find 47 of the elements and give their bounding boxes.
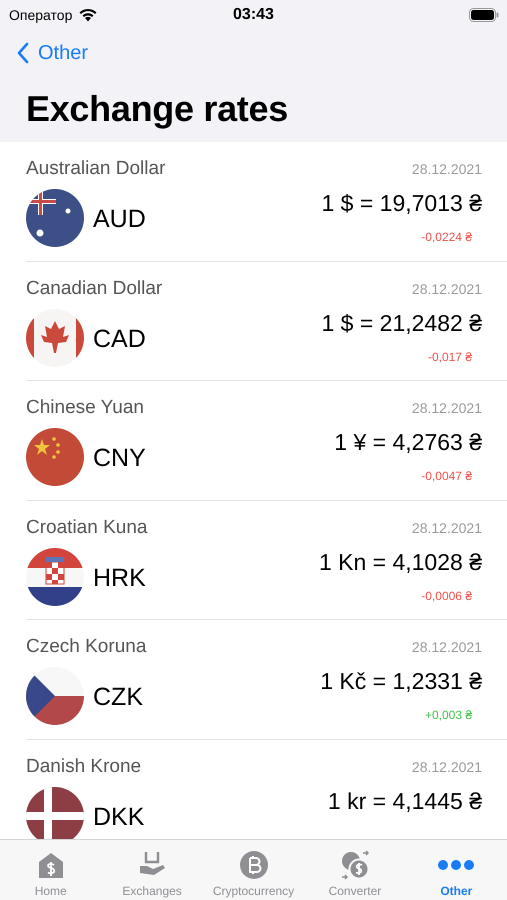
exchange-rate: 1 $ = 19,7013 ₴: [321, 190, 482, 217]
currency-name: Chinese Yuan: [26, 397, 144, 419]
currency-code: CNY: [93, 444, 146, 473]
bitcoin-icon: [238, 850, 269, 880]
status-time: 03:43: [232, 6, 275, 24]
battery-icon: [469, 8, 499, 22]
back-button[interactable]: Other: [0, 40, 88, 66]
wifi-icon: [78, 8, 98, 22]
rate-change: -0,0047 ₴: [421, 469, 472, 483]
rate-change: -0,017 ₴: [428, 350, 472, 364]
rate-date: 28.12.2021: [412, 161, 482, 177]
currency-code: CZK: [93, 683, 143, 712]
currency-name: Danish Krone: [26, 756, 142, 778]
exchange-rate: 1 Kč = 1,2331 ₴: [320, 668, 482, 695]
rate-row[interactable]: Australian Dollar 28.12.2021 AUD 1 $ = 19,7013 ₴ -0,0224 ₴: [26, 142, 507, 262]
rate-date: 28.12.2021: [412, 758, 482, 774]
coins-exchange-icon: [340, 850, 370, 880]
currency-code: DKK: [93, 802, 144, 832]
currency-code: CAD: [93, 324, 146, 354]
rate-row[interactable]: Canadian Dollar 28.12.2021 CAD 1 $ = 21,2482 ₴ -0,017 ₴: [26, 262, 507, 381]
page-title: Exchange rates: [26, 88, 289, 130]
back-chevron-icon: [17, 42, 29, 64]
currency-name: Australian Dollar: [26, 158, 166, 180]
rate-change: +0,003 ₴: [424, 708, 472, 722]
rate-date: 28.12.2021: [412, 520, 482, 536]
exchange-rate: 1 kr = 4,1445 ₴: [328, 788, 482, 814]
rate-date: 28.12.2021: [412, 280, 482, 296]
currency-name: Canadian Dollar: [26, 278, 162, 300]
exchange-rate: 1 ¥ = 4,2763 ₴: [334, 429, 482, 456]
rate-row[interactable]: Croatian Kuna 28.12.2021 HRK 1 Kn = 4,1028 ₴ -0,0006 ₴: [26, 500, 507, 620]
carrier-name: Оператор: [9, 7, 72, 23]
rate-change: -0,0006 ₴: [421, 588, 472, 602]
currency-name: Czech Koruna: [26, 636, 146, 658]
flag-icon: [26, 667, 84, 725]
rate-date: 28.12.2021: [412, 639, 482, 655]
more-dots-icon: [437, 859, 476, 871]
rate-row[interactable]: Chinese Yuan 28.12.2021 CNY 1 ¥ = 4,2763 ₴ -0,0047 ₴: [26, 381, 507, 500]
currency-name: Croatian Kuna: [26, 516, 148, 538]
rate-row[interactable]: Czech Koruna 28.12.2021 CZK 1 Kč = 1,2331 ₴ +0,003 ₴: [26, 620, 507, 740]
rate-change: -0,0224 ₴: [421, 230, 472, 244]
tab-item[interactable]: Other: [406, 840, 507, 900]
currency-code: AUD: [93, 205, 146, 234]
rate-date: 28.12.2021: [412, 400, 482, 416]
exchange-rate: 1 Kn = 4,1028 ₴: [318, 548, 482, 576]
flag-icon: [26, 548, 84, 606]
currency-code: HRK: [93, 564, 146, 592]
exchange-rate: 1 $ = 21,2482 ₴: [321, 310, 482, 336]
